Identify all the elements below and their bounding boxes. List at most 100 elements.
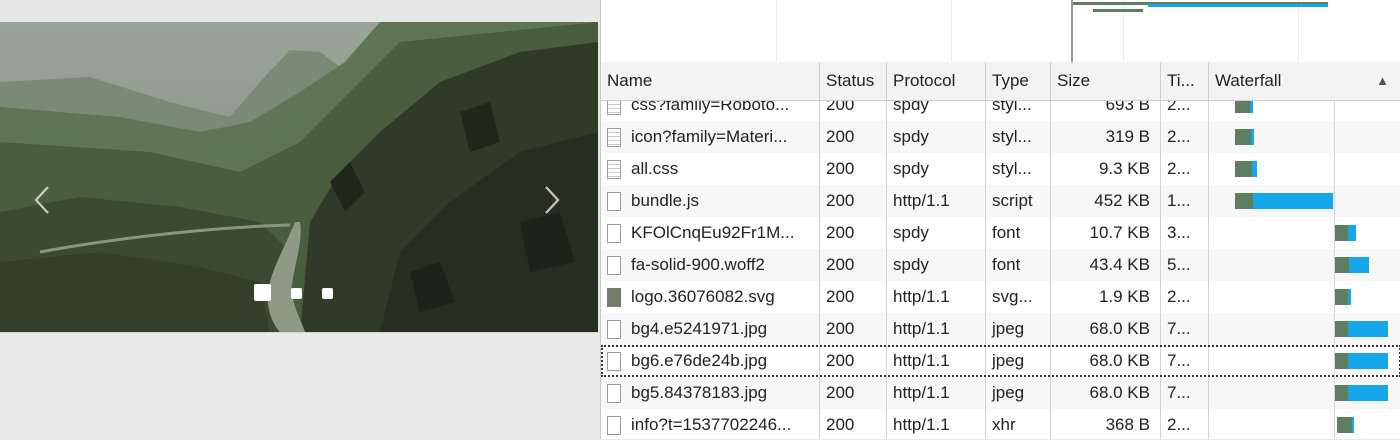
request-name: KFOlCnqEu92Fr1M... <box>631 223 795 242</box>
request-name: logo.36076082.svg <box>631 287 775 306</box>
request-name: bg4.e5241971.jpg <box>631 319 768 338</box>
request-type: jpeg <box>986 377 1051 409</box>
network-request-row[interactable]: bg4.e5241971.jpg 200 http/1.1 jpeg 68.0 KB 7.… <box>601 313 1400 345</box>
column-header-status[interactable]: Status <box>820 62 887 100</box>
carousel-dot-1[interactable] <box>254 284 271 301</box>
network-request-row[interactable]: bundle.js 200 http/1.1 script 452 KB 1... <box>601 185 1400 217</box>
column-header-type[interactable]: Type <box>986 62 1051 100</box>
column-header-size[interactable]: Size <box>1051 62 1161 100</box>
request-type: xhr <box>986 409 1051 439</box>
font-file-icon <box>607 223 621 243</box>
request-name-cell: bundle.js <box>601 185 820 217</box>
waterfall-waiting-bar <box>1235 193 1253 209</box>
request-waterfall <box>1209 409 1400 439</box>
waterfall-download-bar <box>1352 417 1354 433</box>
column-header-time[interactable]: Ti... <box>1161 62 1209 100</box>
request-waterfall <box>1209 313 1400 345</box>
request-size: 368 B <box>1051 409 1161 439</box>
request-size: 1.9 KB <box>1051 281 1161 313</box>
network-table-header: Name Status Protocol Type Size Ti... Wat… <box>601 62 1400 101</box>
network-request-row[interactable]: css?family=Roboto... 200 spdy styl... 693 B2… <box>601 101 1400 121</box>
request-status: 200 <box>820 313 887 345</box>
font-file-icon <box>607 255 621 275</box>
waterfall-waiting-bar <box>1235 161 1252 177</box>
waterfall-gridline <box>1334 153 1335 185</box>
network-overview-timeline[interactable] <box>601 0 1400 63</box>
waterfall-waiting-bar <box>1337 417 1352 433</box>
image-carousel[interactable] <box>0 22 598 332</box>
request-waterfall <box>1209 281 1400 313</box>
request-name-cell: bg6.e76de24b.jpg <box>601 345 820 377</box>
request-waterfall <box>1209 185 1400 217</box>
network-request-row[interactable]: bg5.84378183.jpg 200 http/1.1 jpeg 68.0 KB 7.… <box>601 377 1400 409</box>
request-size: 68.0 KB <box>1051 377 1161 409</box>
request-waterfall <box>1209 121 1400 153</box>
request-status: 200 <box>820 249 887 281</box>
network-request-row[interactable]: all.css 200 spdy styl... 9.3 KB 2... <box>601 153 1400 185</box>
overview-selection-window[interactable] <box>1071 0 1400 62</box>
request-protocol: http/1.1 <box>887 185 986 217</box>
request-waterfall <box>1209 217 1400 249</box>
waterfall-waiting-bar <box>1235 101 1250 113</box>
network-request-row[interactable]: bg6.e76de24b.jpg 200 http/1.1 jpeg 68.0 KB 7.… <box>601 345 1400 377</box>
column-header-waterfall[interactable]: Waterfall ▲ <box>1209 62 1400 100</box>
request-protocol: spdy <box>887 101 986 121</box>
network-request-row[interactable]: fa-solid-900.woff2 200 spdy font 43.4 KB 5... <box>601 249 1400 281</box>
network-request-list[interactable]: css?family=Roboto... 200 spdy styl... 693 B2… <box>601 101 1400 439</box>
request-protocol: http/1.1 <box>887 281 986 313</box>
waterfall-waiting-bar <box>1335 257 1349 273</box>
waterfall-download-bar <box>1252 161 1257 177</box>
request-type: jpeg <box>986 345 1051 377</box>
xhr-file-icon <box>607 415 621 435</box>
waterfall-gridline <box>1334 121 1335 153</box>
column-header-protocol[interactable]: Protocol <box>887 62 986 100</box>
request-time: 2... <box>1161 409 1209 439</box>
network-request-row[interactable]: info?t=1537702246... 200 http/1.1 xhr 368 B2… <box>601 409 1400 439</box>
request-protocol: http/1.1 <box>887 345 986 377</box>
waterfall-gridline <box>1334 101 1335 121</box>
stylesheet-file-icon <box>607 101 621 115</box>
overview-gridline <box>1298 0 1299 62</box>
request-name-cell: css?family=Roboto... <box>601 101 820 121</box>
overview-gridline <box>951 0 952 62</box>
carousel-prev-button[interactable] <box>30 182 54 218</box>
request-size: 43.4 KB <box>1051 249 1161 281</box>
request-waterfall <box>1209 153 1400 185</box>
request-status: 200 <box>820 153 887 185</box>
request-status: 200 <box>820 217 887 249</box>
waterfall-download-bar <box>1348 225 1356 241</box>
request-type: font <box>986 249 1051 281</box>
waterfall-download-bar <box>1348 385 1388 401</box>
request-protocol: spdy <box>887 153 986 185</box>
request-name: bg6.e76de24b.jpg <box>631 351 768 370</box>
request-status: 200 <box>820 121 887 153</box>
network-request-row[interactable]: KFOlCnqEu92Fr1M... 200 spdy font 10.7 KB 3... <box>601 217 1400 249</box>
waterfall-gridline <box>1334 185 1335 217</box>
waterfall-waiting-bar <box>1335 353 1348 369</box>
request-name-cell: logo.36076082.svg <box>601 281 820 313</box>
request-status: 200 <box>820 377 887 409</box>
request-waterfall <box>1209 101 1400 121</box>
network-request-row[interactable]: logo.36076082.svg 200 http/1.1 svg... 1.9 KB… <box>601 281 1400 313</box>
carousel-dot-2[interactable] <box>291 287 302 299</box>
waterfall-download-bar <box>1251 129 1254 145</box>
request-name-cell: info?t=1537702246... <box>601 409 820 439</box>
request-status: 200 <box>820 409 887 439</box>
request-status: 200 <box>820 345 887 377</box>
waterfall-download-bar <box>1250 101 1253 113</box>
request-time: 5... <box>1161 249 1209 281</box>
request-type: styl... <box>986 101 1051 121</box>
carousel-next-button[interactable] <box>540 182 564 218</box>
column-header-name[interactable]: Name <box>601 62 820 100</box>
carousel-dot-3[interactable] <box>322 287 333 299</box>
request-type: svg... <box>986 281 1051 313</box>
column-header-waterfall-label: Waterfall <box>1215 71 1282 90</box>
request-protocol: spdy <box>887 217 986 249</box>
request-name-cell: bg5.84378183.jpg <box>601 377 820 409</box>
request-protocol: http/1.1 <box>887 409 986 439</box>
request-name: css?family=Roboto... <box>631 101 790 114</box>
request-status: 200 <box>820 101 887 121</box>
request-protocol: spdy <box>887 121 986 153</box>
network-request-row[interactable]: icon?family=Materi... 200 spdy styl... 319 B… <box>601 121 1400 153</box>
request-waterfall <box>1209 345 1400 377</box>
